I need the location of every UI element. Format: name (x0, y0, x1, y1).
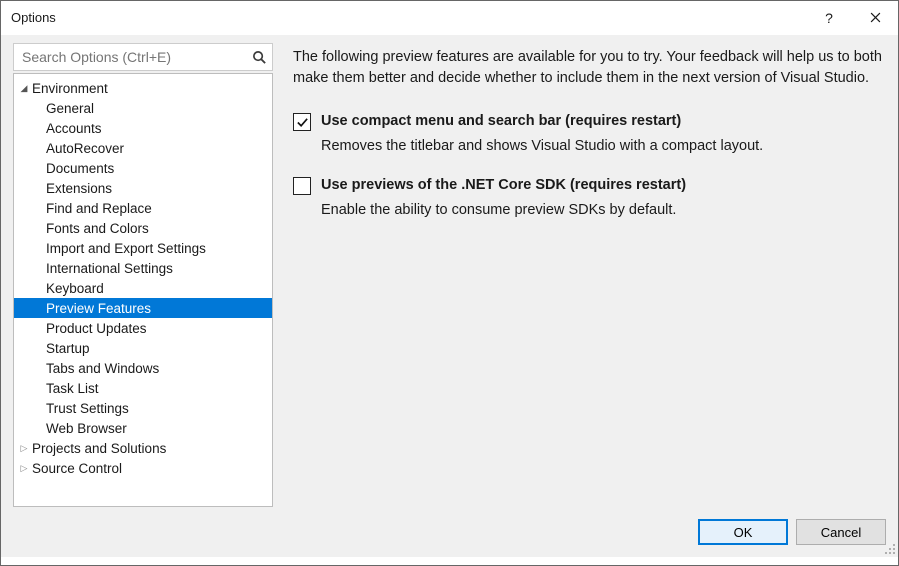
search-box[interactable] (13, 43, 273, 71)
tree-item-label: Projects and Solutions (32, 441, 166, 456)
tree-item-label: Documents (46, 161, 114, 176)
tree-item-label: AutoRecover (46, 141, 124, 156)
tree-item-fonts-and-colors[interactable]: Fonts and Colors (14, 218, 272, 238)
tree-item-label: Trust Settings (46, 401, 129, 416)
tree-item-label: Preview Features (46, 301, 151, 316)
collapse-icon[interactable]: ◢ (18, 83, 30, 94)
help-button[interactable]: ? (806, 1, 852, 35)
tree-item-source-control[interactable]: ▷Source Control (14, 458, 272, 478)
tree-item-tabs-and-windows[interactable]: Tabs and Windows (14, 358, 272, 378)
close-button[interactable] (852, 1, 898, 35)
tree-scroll[interactable]: ◢Environment General Accounts AutoRecover Do… (14, 74, 272, 506)
tree-item-label: Import and Export Settings (46, 241, 206, 256)
content-area: ◢Environment General Accounts AutoRecover Do… (1, 35, 898, 507)
tree-item-label: Extensions (46, 181, 112, 196)
tree-item-label: Source Control (32, 461, 122, 476)
titlebar: Options ? (1, 1, 898, 35)
feature-row: Use previews of the .NET Core SDK (requi… (293, 175, 882, 221)
tree-item-startup[interactable]: Startup (14, 338, 272, 358)
left-pane: ◢Environment General Accounts AutoRecover Do… (13, 43, 273, 507)
tree-item-label: Tabs and Windows (46, 361, 159, 376)
settings-pane: The following preview features are avail… (273, 43, 886, 507)
tree-item-documents[interactable]: Documents (14, 158, 272, 178)
tree-item-label: International Settings (46, 261, 173, 276)
tree-item-find-and-replace[interactable]: Find and Replace (14, 198, 272, 218)
cancel-button[interactable]: Cancel (796, 519, 886, 545)
tree-item-projects-and-solutions[interactable]: ▷Projects and Solutions (14, 438, 272, 458)
intro-text: The following preview features are avail… (293, 47, 882, 89)
tree-item-label: Find and Replace (46, 201, 152, 216)
tree-item-label: Environment (32, 81, 108, 96)
tree-item-task-list[interactable]: Task List (14, 378, 272, 398)
tree-item-label: Keyboard (46, 281, 104, 296)
search-input[interactable] (14, 45, 246, 69)
dialog-footer: OK Cancel (1, 507, 898, 557)
ok-button[interactable]: OK (698, 519, 788, 545)
close-icon (870, 12, 881, 23)
feature-desc: Removes the titlebar and shows Visual St… (321, 136, 763, 157)
search-icon (246, 50, 272, 65)
tree-item-label: Accounts (46, 121, 102, 136)
tree-item-label: Task List (46, 381, 99, 396)
tree-item-international-settings[interactable]: International Settings (14, 258, 272, 278)
tree-item-product-updates[interactable]: Product Updates (14, 318, 272, 338)
tree-item-label: Fonts and Colors (46, 221, 149, 236)
category-tree: ◢Environment General Accounts AutoRecover Do… (13, 73, 273, 507)
feature-row: Use compact menu and search bar (require… (293, 111, 882, 157)
tree-item-keyboard[interactable]: Keyboard (14, 278, 272, 298)
check-icon (296, 116, 309, 129)
tree-item-trust-settings[interactable]: Trust Settings (14, 398, 272, 418)
feature-checkbox[interactable] (293, 177, 311, 195)
feature-title: Use compact menu and search bar (require… (321, 111, 763, 132)
tree-item-label: Product Updates (46, 321, 147, 336)
resize-grip-icon[interactable] (884, 543, 896, 555)
tree-item-accounts[interactable]: Accounts (14, 118, 272, 138)
tree-item-autorecover[interactable]: AutoRecover (14, 138, 272, 158)
expand-icon[interactable]: ▷ (18, 463, 30, 474)
tree-item-label: Web Browser (46, 421, 127, 436)
tree-item-extensions[interactable]: Extensions (14, 178, 272, 198)
tree-item-preview-features[interactable]: Preview Features (14, 298, 272, 318)
feature-desc: Enable the ability to consume preview SD… (321, 200, 686, 221)
tree-item-environment[interactable]: ◢Environment (14, 78, 272, 98)
feature-checkbox[interactable] (293, 113, 311, 131)
window-title: Options (11, 10, 806, 25)
feature-title: Use previews of the .NET Core SDK (requi… (321, 175, 686, 196)
expand-icon[interactable]: ▷ (18, 443, 30, 454)
tree-item-general[interactable]: General (14, 98, 272, 118)
tree-item-web-browser[interactable]: Web Browser (14, 418, 272, 438)
tree-item-import-and-export-settings[interactable]: Import and Export Settings (14, 238, 272, 258)
tree-item-label: General (46, 101, 94, 116)
tree-item-label: Startup (46, 341, 90, 356)
